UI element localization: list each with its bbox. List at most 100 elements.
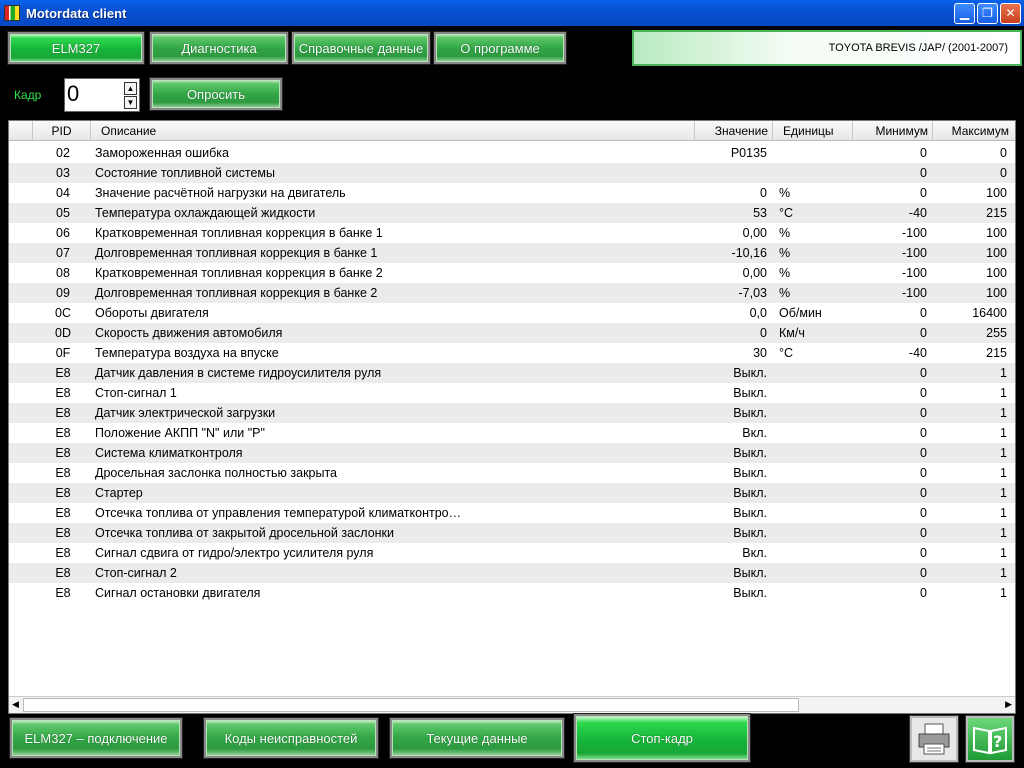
cell-value: 0,00 [742,266,767,280]
cell-pid: E8 [55,546,71,560]
print-button[interactable] [909,715,959,763]
cell-pid: 0C [55,306,71,320]
tab-reference-data[interactable]: Справочные данные [291,31,431,65]
cell-description: Стоп-сигнал 1 [95,386,177,400]
table-row[interactable]: 02 Замороженная ошибка P0135 0 0 [9,143,1015,163]
table-row[interactable]: E8 Отсечка топлива от закрытой дросельной… [9,523,1015,543]
cell-value: Вкл. [742,546,767,560]
table-row[interactable]: 03 Состояние топливной системы 0 0 [9,163,1015,183]
close-icon: ✕ [1005,6,1016,20]
table-row[interactable]: E8 Стоп-сигнал 1 Выкл. 0 1 [9,383,1015,403]
table-row[interactable]: E8 Датчик давления в системе гидроусилите… [9,363,1015,383]
table-row[interactable]: E8 Отсечка топлива от управления температ… [9,503,1015,523]
tab-diagnostics[interactable]: Диагностика [149,31,289,65]
cell-max: 0 [1000,146,1007,160]
spin-up-button[interactable]: ▲ [124,82,137,95]
cell-pid: E8 [55,566,71,580]
table-row[interactable]: 06 Кратковременная топливная коррекция в … [9,223,1015,243]
minimize-button[interactable]: ▁ [954,2,975,24]
cell-unit [779,483,849,503]
header-unit[interactable]: Единицы [773,121,853,141]
cell-unit [779,523,849,543]
cell-max: 16400 [972,306,1007,320]
table-row[interactable]: E8 Стартер Выкл. 0 1 [9,483,1015,503]
cell-pid: 07 [56,246,70,260]
cell-description: Стартер [95,486,143,500]
table-row[interactable]: 0F Температура воздуха на впуске 30 °C -40 21… [9,343,1015,363]
elm327-connect-button[interactable]: ELM327 – подключение [9,717,183,759]
table-row[interactable]: E8 Положение АКПП "N" или "P" Вкл. 0 1 [9,423,1015,443]
table-row[interactable]: E8 Стоп-сигнал 2 Выкл. 0 1 [9,563,1015,583]
cell-value: Выкл. [733,466,767,480]
cell-max: 1 [1000,546,1007,560]
cell-min: 0 [920,146,927,160]
cell-min: 0 [920,446,927,460]
cell-max: 215 [986,346,1007,360]
header-pid[interactable]: PID [33,121,91,141]
scroll-left-icon[interactable]: ◀ [12,699,19,710]
cell-description: Кратковременная топливная коррекция в ба… [95,226,383,240]
cell-description: Температура охлаждающей жидкости [95,206,316,220]
horizontal-scrollbar[interactable]: ◀ ▶ [9,696,1015,713]
query-button[interactable]: Опросить [149,77,283,111]
cell-pid: 0D [55,326,71,340]
table-row[interactable]: E8 Дросельная заслонка полностью закрыта В… [9,463,1015,483]
scroll-thumb[interactable] [23,698,799,712]
cell-value: P0135 [730,146,767,160]
table-row[interactable]: 04 Значение расчётной нагрузки на двигате… [9,183,1015,203]
scroll-right-icon[interactable]: ▶ [1005,699,1012,710]
table-row[interactable]: E8 Сигнал остановки двигателя Выкл. 0 1 [9,583,1015,603]
table-row[interactable]: E8 Система климатконтроля Выкл. 0 1 [9,443,1015,463]
cell-unit [779,583,849,603]
cell-pid: E8 [55,486,71,500]
cell-value: 0 [760,186,767,200]
cell-min: 0 [920,366,927,380]
help-button[interactable]: ? [965,715,1015,763]
cell-description: Состояние топливной системы [95,166,275,180]
spin-down-button[interactable]: ▼ [124,96,137,109]
cell-min: 0 [920,526,927,540]
triangle-down-icon: ▼ [126,98,135,107]
table-row[interactable]: 05 Температура охлаждающей жидкости 53 °C -4… [9,203,1015,223]
cell-max: 100 [986,266,1007,280]
header-description[interactable]: Описание [91,121,695,141]
table-row[interactable]: 07 Долговременная топливная коррекция в б… [9,243,1015,263]
table-row[interactable]: 0D Скорость движения автомобиля 0 Км/ч 0 255 [9,323,1015,343]
cell-max: 1 [1000,426,1007,440]
table-row[interactable]: 08 Кратковременная топливная коррекция в … [9,263,1015,283]
restore-icon: ❐ [982,6,993,20]
cell-unit [779,563,849,583]
title-bar: Motordata client ▁ ❐ ✕ [0,0,1024,26]
cell-max: 1 [1000,506,1007,520]
top-nav: ELM327 Диагностика Справочные данные О п… [4,30,1022,66]
cell-max: 100 [986,186,1007,200]
help-book-icon: ? [973,726,1007,755]
table-row[interactable]: 09 Долговременная топливная коррекция в б… [9,283,1015,303]
tab-about[interactable]: О программе [433,31,567,65]
header-max[interactable]: Максимум [933,121,1015,141]
cell-value [695,163,767,183]
frame-value[interactable]: 0 [67,81,79,107]
table-row[interactable]: 0C Обороты двигателя 0,0 Об/мин 0 16400 [9,303,1015,323]
close-button[interactable]: ✕ [1000,2,1021,24]
freeze-frame-button[interactable]: Стоп-кадр [573,713,751,763]
cell-description: Значение расчётной нагрузки на двигатель [95,186,346,200]
frame-spinner[interactable]: 0 ▲ ▼ [64,78,140,112]
header-spacer [9,121,33,141]
printer-icon [918,723,950,755]
tab-elm327[interactable]: ELM327 [7,31,145,65]
maximize-button[interactable]: ❐ [977,2,998,24]
current-data-button[interactable]: Текущие данные [389,717,565,759]
table-row[interactable]: E8 Датчик электрической загрузки Выкл. 0 1 [9,403,1015,423]
cell-description: Замороженная ошибка [95,146,229,160]
cell-pid: 08 [56,266,70,280]
cell-max: 1 [1000,406,1007,420]
cell-value: Выкл. [733,486,767,500]
table-row[interactable]: E8 Сигнал сдвига от гидро/электро усилите… [9,543,1015,563]
header-min[interactable]: Минимум [853,121,933,141]
header-value[interactable]: Значение [695,121,773,141]
cell-max: 1 [1000,566,1007,580]
error-codes-button[interactable]: Коды неисправностей [203,717,379,759]
cell-pid: 06 [56,226,70,240]
cell-value: 30 [753,346,767,360]
